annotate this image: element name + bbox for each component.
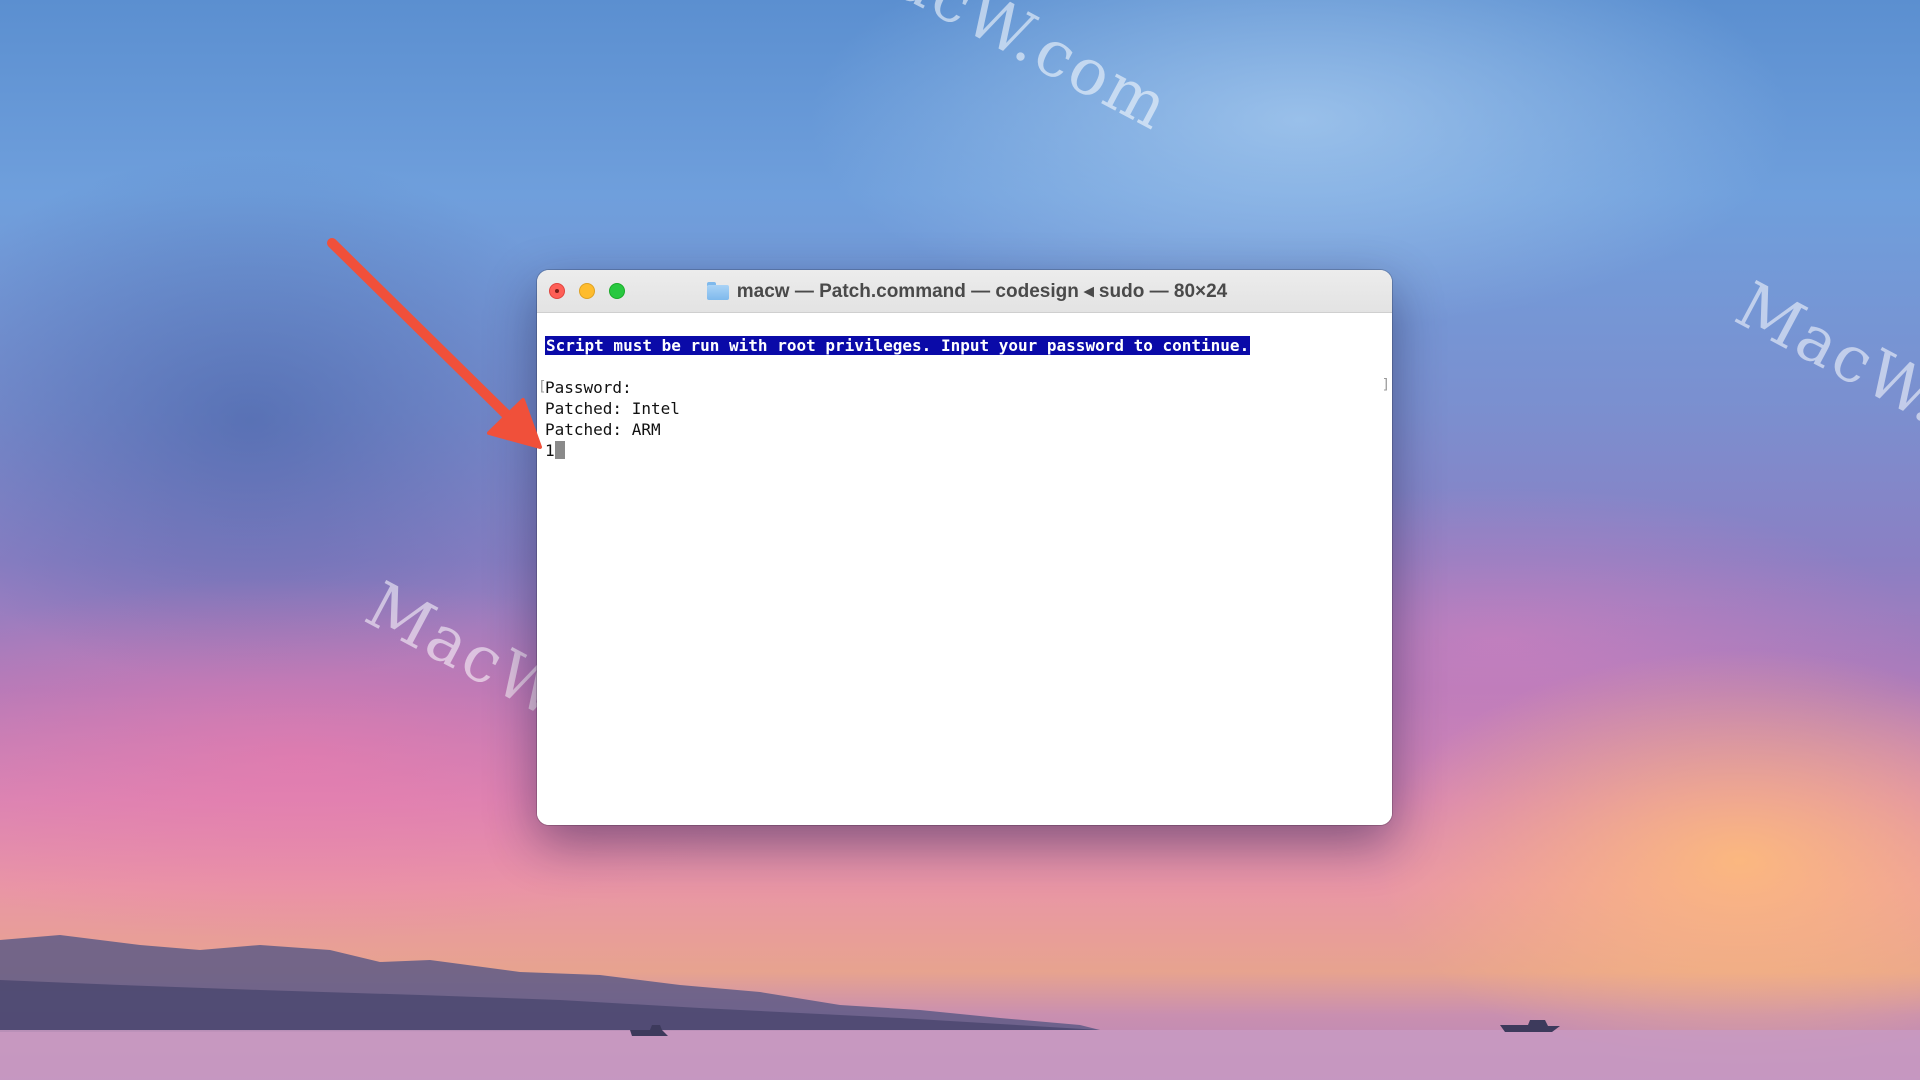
terminal-line-patched-intel: Patched: Intel: [545, 399, 680, 418]
window-title: macw — Patch.command — codesign ◂ sudo —…: [736, 280, 1228, 302]
highlighted-warning-text: Script must be run with root privileges.…: [545, 336, 1251, 355]
terminal-window: macw — Patch.command — codesign ◂ sudo —…: [537, 270, 1392, 825]
window-titlebar[interactable]: macw — Patch.command — codesign ◂ sudo —…: [537, 270, 1392, 313]
terminal-line-password: Password:: [545, 378, 632, 397]
zoom-button[interactable]: [609, 283, 625, 299]
close-button[interactable]: [549, 283, 565, 299]
prompt-input-text: 1: [545, 441, 555, 460]
text-cursor: [554, 441, 565, 459]
minimize-button[interactable]: [579, 283, 595, 299]
terminal-output[interactable]: Script must be run with root privileges.…: [537, 313, 1392, 825]
window-title-group: macw — Patch.command — codesign ◂ sudo —…: [687, 270, 1247, 312]
folder-icon: [706, 282, 729, 300]
terminal-line-prompt[interactable]: 1: [545, 440, 565, 461]
terminal-line-patched-arm: Patched: ARM: [545, 420, 661, 439]
bracket-mark-right: ]: [1381, 377, 1390, 393]
terminal-line-warning: Script must be run with root privileges.…: [545, 335, 1251, 356]
